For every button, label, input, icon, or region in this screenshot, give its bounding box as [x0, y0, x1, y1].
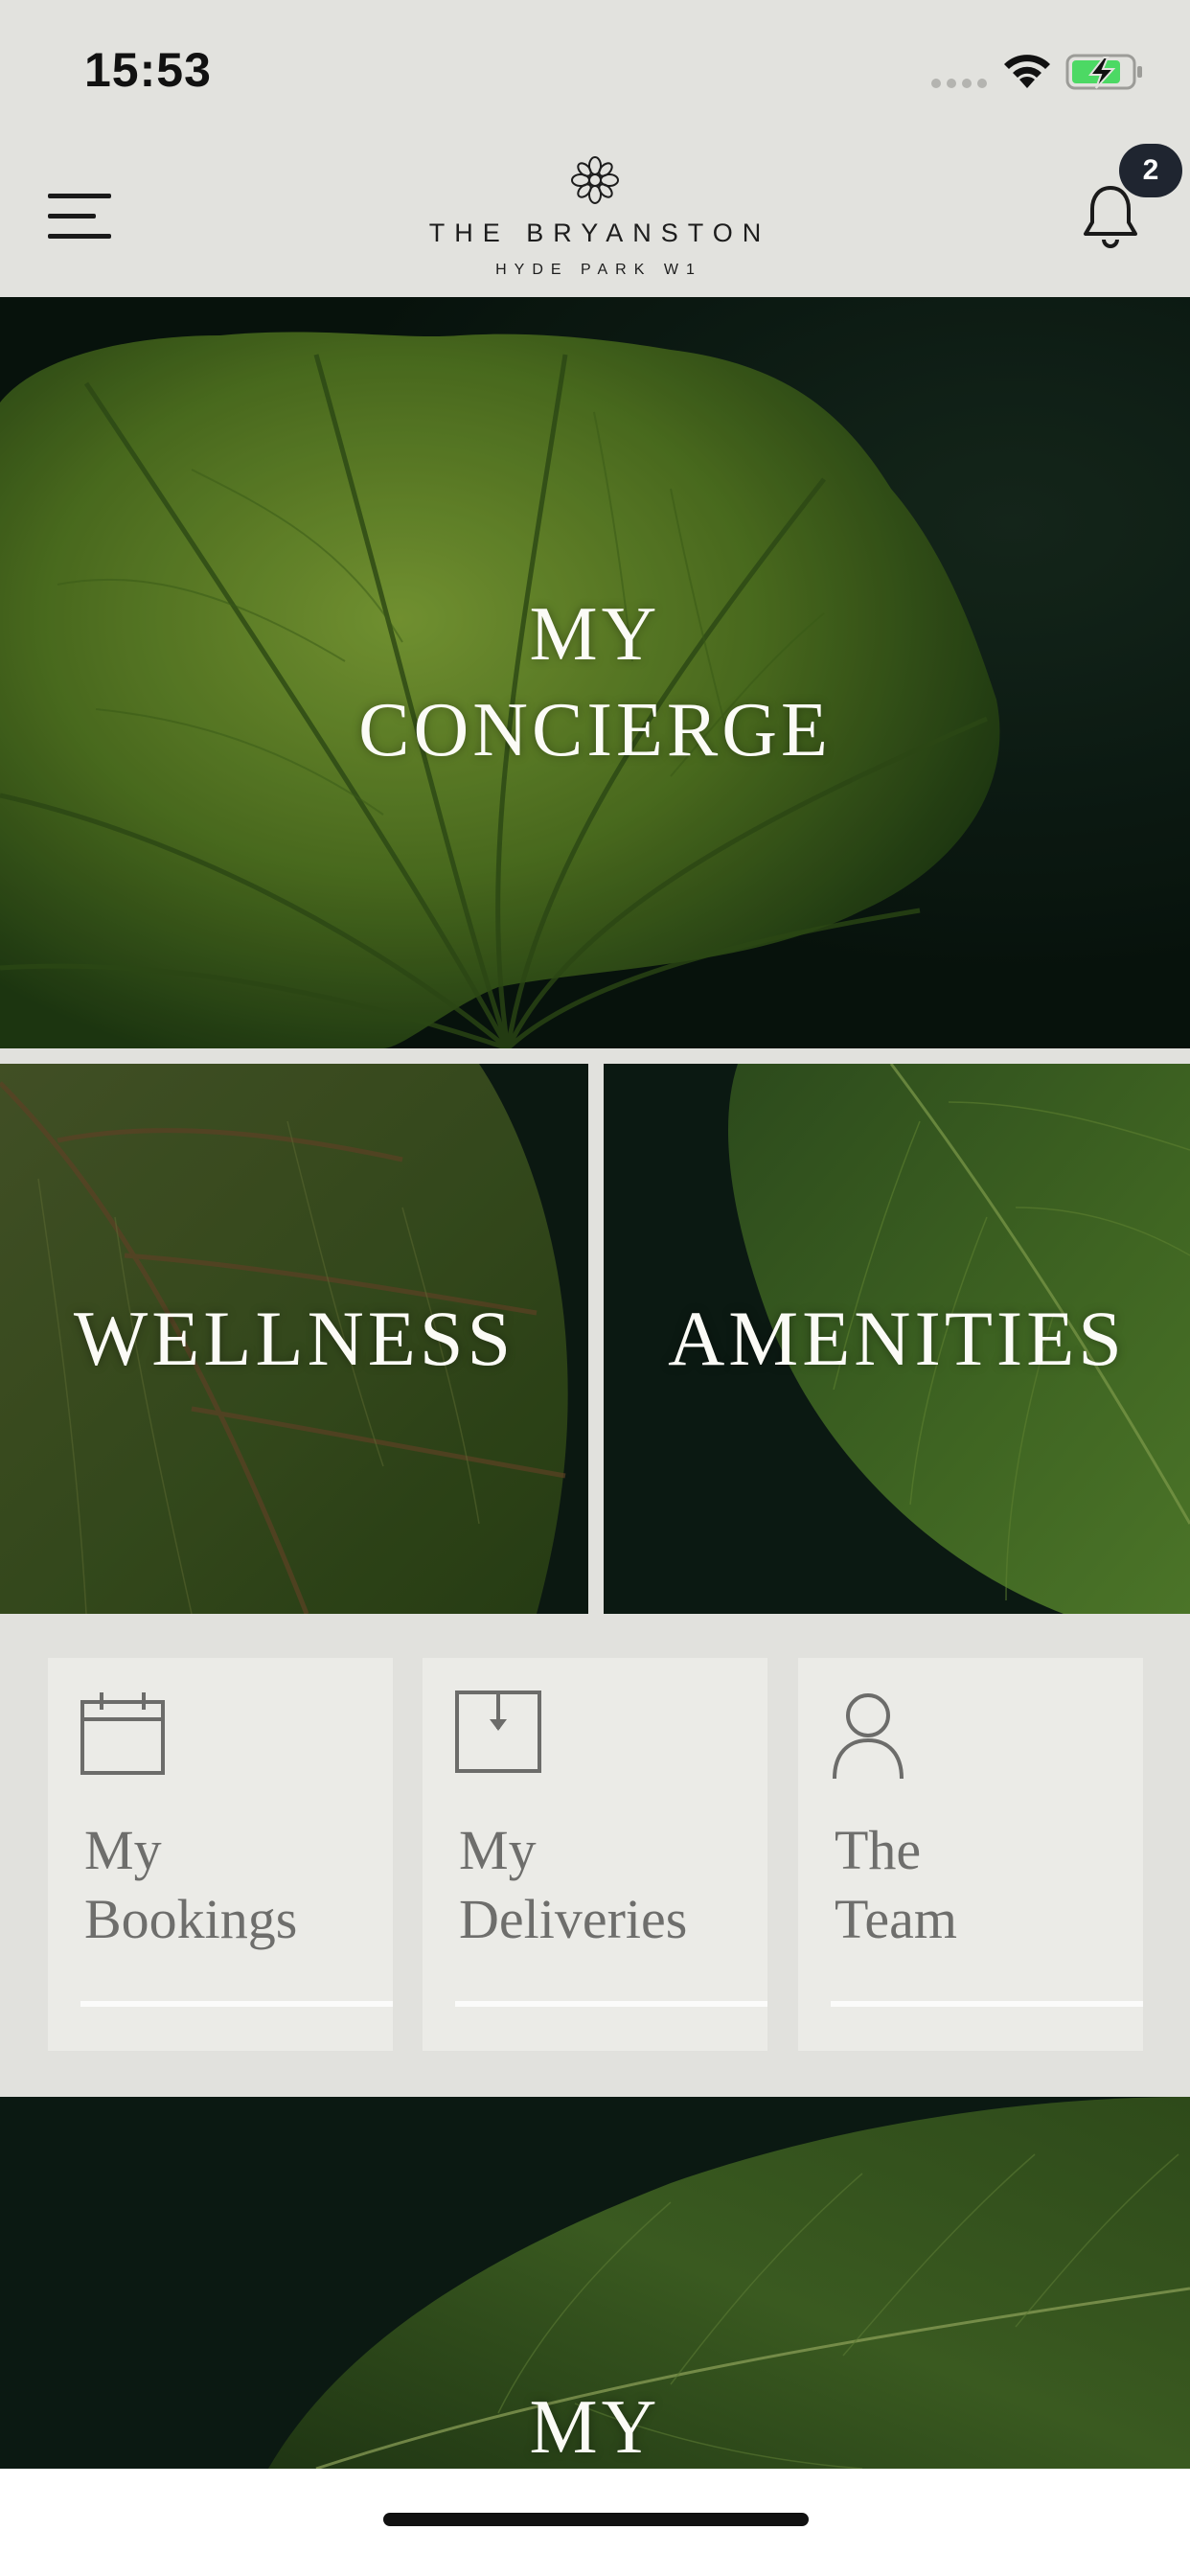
my-concierge-title: MY CONCIERGE — [0, 586, 1190, 778]
battery-charging-icon — [1065, 54, 1142, 90]
my-deliveries-card[interactable]: My Deliveries — [423, 1658, 767, 2051]
my-bookings-label: My Bookings — [84, 1816, 372, 1954]
brand-logo[interactable]: THE BRYANSTON HYDE PARK W1 — [403, 155, 787, 279]
calendar-icon — [80, 1692, 165, 1775]
amenities-title: AMENITIES — [668, 1295, 1126, 1382]
person-icon — [833, 1693, 904, 1780]
my-deliveries-label-line1: My — [459, 1819, 537, 1881]
home-indicator-area — [0, 2469, 1190, 2576]
my-concierge-tile[interactable]: MY CONCIERGE — [0, 297, 1190, 1048]
my-deliveries-label-line2: Deliveries — [459, 1888, 688, 1950]
my-concierge-title-line1: MY — [529, 592, 661, 677]
bottom-feature-title: MY — [529, 2385, 661, 2469]
flower-emblem-icon — [571, 156, 619, 204]
app-header: THE BRYANSTON HYDE PARK W1 — [0, 144, 1190, 297]
my-deliveries-label: My Deliveries — [459, 1816, 746, 1954]
cellular-signal-icon — [931, 79, 987, 88]
wellness-title: WELLNESS — [73, 1295, 515, 1382]
amenities-tile[interactable]: AMENITIES — [604, 1064, 1190, 1614]
my-bookings-label-line2: Bookings — [84, 1888, 298, 1950]
status-time: 15:53 — [84, 43, 212, 97]
my-bookings-label-line1: My — [84, 1819, 162, 1881]
the-team-card[interactable]: The Team — [798, 1658, 1143, 2051]
quick-links: My Bookings My Deliveries The Team — [0, 1614, 1190, 2097]
the-team-label-line1: The — [835, 1819, 922, 1881]
my-concierge-title-line2: CONCIERGE — [358, 688, 832, 772]
brand-title: THE BRYANSTON — [428, 218, 771, 247]
home-indicator[interactable] — [383, 2513, 809, 2526]
the-team-label-line2: Team — [835, 1888, 957, 1950]
the-team-label: The Team — [835, 1816, 1122, 1954]
card-underline — [80, 2001, 393, 2007]
brand-subtitle: HYDE PARK W1 — [495, 262, 702, 278]
wifi-icon — [1004, 55, 1050, 88]
menu-icon[interactable] — [48, 194, 111, 242]
notification-count-badge[interactable]: 2 — [1119, 144, 1182, 197]
status-bar: 15:53 — [0, 0, 1190, 144]
card-underline — [831, 2001, 1143, 2007]
wellness-tile[interactable]: WELLNESS — [0, 1064, 588, 1614]
my-bookings-card[interactable]: My Bookings — [48, 1658, 393, 2051]
bottom-feature-tile[interactable]: MY — [0, 2097, 1190, 2469]
inbox-download-icon — [455, 1690, 541, 1773]
card-underline — [455, 2001, 767, 2007]
